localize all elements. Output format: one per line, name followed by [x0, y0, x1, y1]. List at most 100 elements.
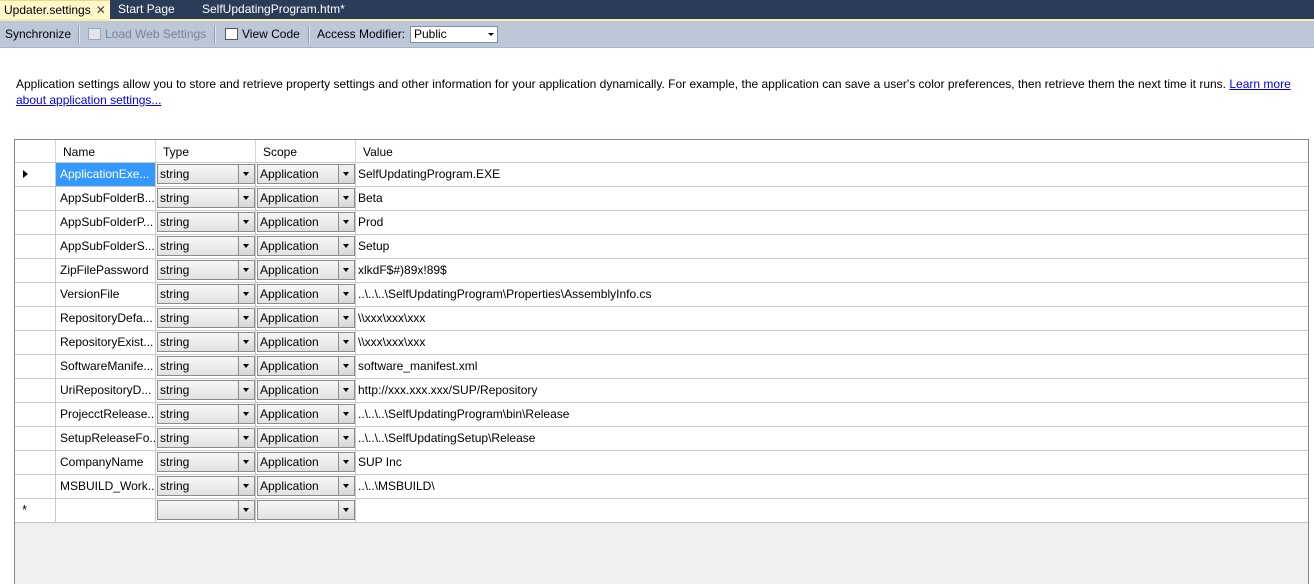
scope-dropdown[interactable]: Application [257, 236, 355, 256]
type-dropdown[interactable]: string [157, 332, 255, 352]
type-dropdown[interactable]: string [157, 212, 255, 232]
setting-type-cell[interactable]: string [156, 451, 256, 474]
row-selector[interactable] [15, 307, 56, 330]
type-dropdown[interactable]: string [157, 164, 255, 184]
dropdown-button[interactable] [238, 405, 254, 423]
dropdown-button[interactable] [338, 405, 354, 423]
scope-dropdown[interactable]: Application [257, 212, 355, 232]
setting-name-cell[interactable]: ApplicationExe... [56, 163, 156, 186]
new-row[interactable]: * [15, 499, 1308, 523]
dropdown-button[interactable] [338, 501, 354, 519]
table-row[interactable]: AppSubFolderS... string Application Setup [15, 235, 1308, 259]
setting-scope-cell[interactable]: Application [256, 211, 356, 234]
setting-scope-cell[interactable]: Application [256, 163, 356, 186]
type-dropdown[interactable]: string [157, 452, 255, 472]
setting-value-cell[interactable]: ..\..\MSBUILD\ [356, 475, 1308, 498]
setting-value-cell[interactable]: \\xxx\xxx\xxx [356, 331, 1308, 354]
row-selector[interactable] [15, 355, 56, 378]
scope-dropdown[interactable]: Application [257, 260, 355, 280]
setting-scope-cell[interactable]: Application [256, 379, 356, 402]
scope-dropdown[interactable]: Application [257, 452, 355, 472]
setting-name-cell[interactable]: RepositoryExist... [56, 331, 156, 354]
scope-dropdown[interactable]: Application [257, 428, 355, 448]
dropdown-button[interactable] [338, 189, 354, 207]
dropdown-button[interactable] [238, 501, 254, 519]
setting-name-cell[interactable] [56, 499, 156, 522]
setting-value-cell[interactable]: software_manifest.xml [356, 355, 1308, 378]
row-selector[interactable] [15, 331, 56, 354]
setting-type-cell[interactable] [156, 499, 256, 522]
scope-dropdown[interactable]: Application [257, 188, 355, 208]
setting-scope-cell[interactable]: Application [256, 187, 356, 210]
dropdown-button[interactable] [238, 381, 254, 399]
setting-scope-cell[interactable]: Application [256, 427, 356, 450]
scope-dropdown[interactable]: Application [257, 476, 355, 496]
setting-type-cell[interactable]: string [156, 355, 256, 378]
load-web-settings-button[interactable]: Load Web Settings [88, 21, 206, 47]
setting-name-cell[interactable]: AppSubFolderS... [56, 235, 156, 258]
dropdown-button[interactable] [238, 477, 254, 495]
setting-scope-cell[interactable]: Application [256, 283, 356, 306]
setting-type-cell[interactable]: string [156, 235, 256, 258]
table-row[interactable]: AppSubFolderB... string Application Beta [15, 187, 1308, 211]
scope-dropdown[interactable] [257, 500, 355, 520]
table-row[interactable]: SetupReleaseFo... string Application ..\..\… [15, 427, 1308, 451]
setting-value-cell[interactable] [356, 499, 1308, 522]
setting-type-cell[interactable]: string [156, 475, 256, 498]
setting-type-cell[interactable]: string [156, 211, 256, 234]
setting-value-cell[interactable]: SelfUpdatingProgram.EXE [356, 163, 1308, 186]
type-dropdown[interactable]: string [157, 260, 255, 280]
row-selector[interactable]: * [15, 499, 56, 522]
setting-type-cell[interactable]: string [156, 163, 256, 186]
setting-scope-cell[interactable]: Application [256, 355, 356, 378]
row-selector[interactable] [15, 283, 56, 306]
tab-selfupdatingprogram-htm[interactable]: SelfUpdatingProgram.htm* [202, 0, 345, 19]
row-selector[interactable] [15, 451, 56, 474]
setting-value-cell[interactable]: Beta [356, 187, 1308, 210]
setting-name-cell[interactable]: SetupReleaseFo... [56, 427, 156, 450]
setting-type-cell[interactable]: string [156, 427, 256, 450]
dropdown-button[interactable] [238, 285, 254, 303]
dropdown-button[interactable] [238, 237, 254, 255]
setting-type-cell[interactable]: string [156, 187, 256, 210]
dropdown-button[interactable] [238, 357, 254, 375]
dropdown-button[interactable] [238, 453, 254, 471]
setting-value-cell[interactable]: ..\..\..\SelfUpdatingProgram\Properties\… [356, 283, 1308, 306]
row-selector[interactable] [15, 235, 56, 258]
dropdown-button[interactable] [238, 429, 254, 447]
dropdown-button[interactable] [338, 237, 354, 255]
type-dropdown[interactable]: string [157, 404, 255, 424]
type-dropdown[interactable]: string [157, 236, 255, 256]
type-dropdown[interactable]: string [157, 308, 255, 328]
type-dropdown[interactable] [157, 500, 255, 520]
dropdown-button[interactable] [338, 309, 354, 327]
table-row[interactable]: UriRepositoryD... string Application http:/… [15, 379, 1308, 403]
row-selector[interactable] [15, 427, 56, 450]
type-dropdown[interactable]: string [157, 380, 255, 400]
setting-type-cell[interactable]: string [156, 307, 256, 330]
dropdown-button[interactable] [338, 333, 354, 351]
setting-scope-cell[interactable]: Application [256, 259, 356, 282]
scope-dropdown[interactable]: Application [257, 332, 355, 352]
row-selector[interactable] [15, 379, 56, 402]
setting-scope-cell[interactable]: Application [256, 307, 356, 330]
table-row[interactable]: VersionFile string Application ..\..\..\Sel… [15, 283, 1308, 307]
scope-dropdown[interactable]: Application [257, 404, 355, 424]
dropdown-button[interactable] [238, 165, 254, 183]
dropdown-button[interactable] [338, 429, 354, 447]
type-dropdown[interactable]: string [157, 284, 255, 304]
table-row[interactable]: RepositoryDefa... string Application \\xxx\… [15, 307, 1308, 331]
dropdown-button[interactable] [338, 357, 354, 375]
scope-dropdown[interactable]: Application [257, 284, 355, 304]
row-selector[interactable] [15, 475, 56, 498]
scope-dropdown[interactable]: Application [257, 380, 355, 400]
setting-value-cell[interactable]: xlkdF$#)89x!89$ [356, 259, 1308, 282]
synchronize-button[interactable]: Synchronize [5, 21, 71, 47]
dropdown-button[interactable] [338, 477, 354, 495]
setting-value-cell[interactable]: Setup [356, 235, 1308, 258]
type-dropdown[interactable]: string [157, 476, 255, 496]
setting-scope-cell[interactable]: Application [256, 331, 356, 354]
setting-value-cell[interactable]: ..\..\..\SelfUpdatingSetup\Release [356, 427, 1308, 450]
tab-updater-settings[interactable]: Updater.settings ✕ [0, 0, 110, 19]
dropdown-button[interactable] [338, 261, 354, 279]
